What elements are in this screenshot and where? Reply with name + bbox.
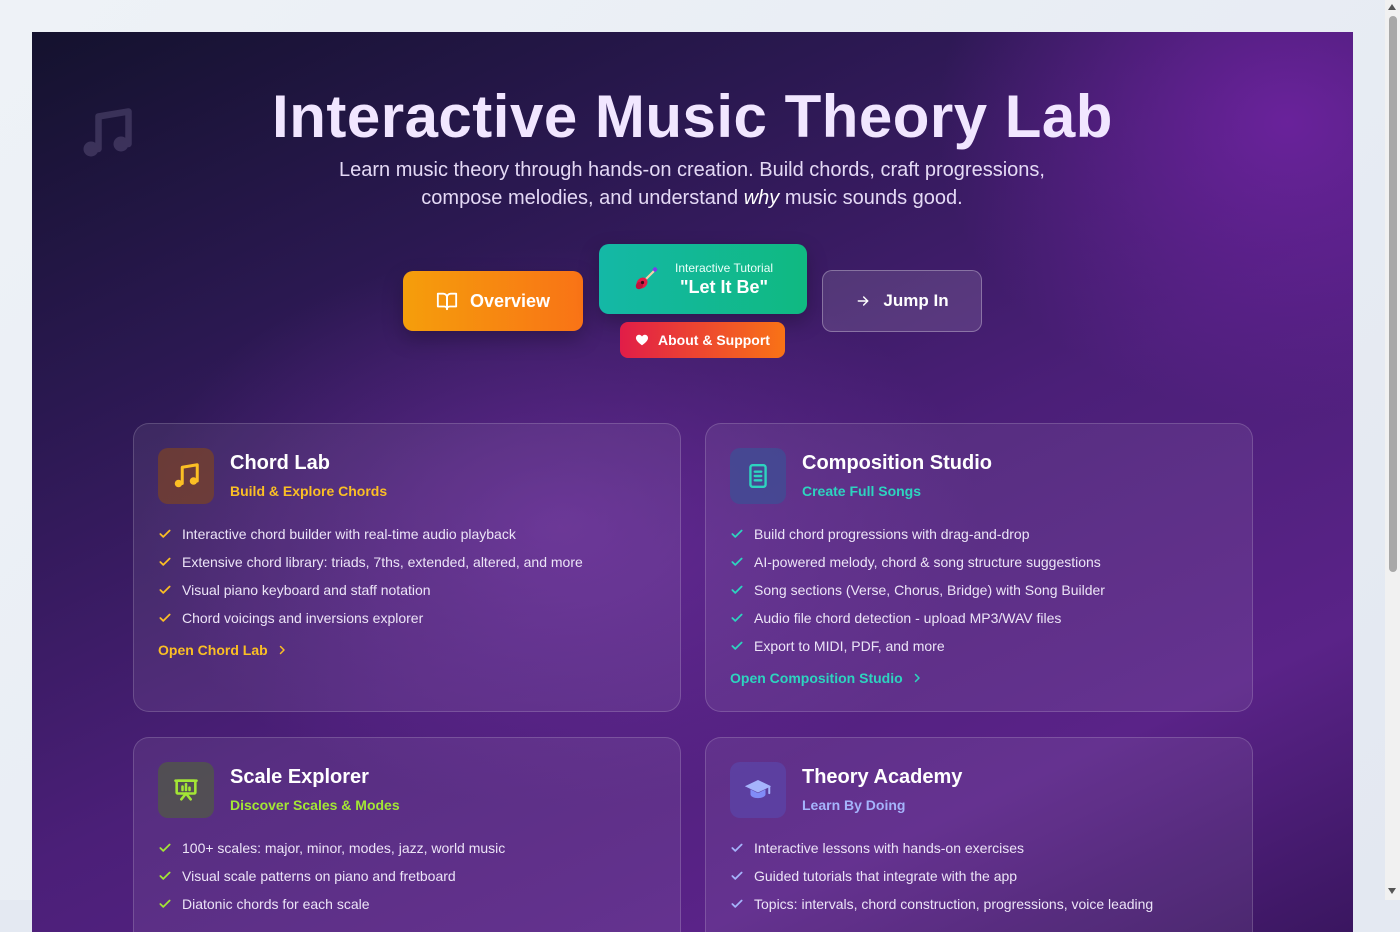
card-composition-studio: Composition Studio Create Full Songs Bui… — [705, 423, 1253, 712]
check-icon — [159, 529, 171, 538]
link-label: Open Chord Lab — [158, 642, 268, 658]
jump-in-button[interactable]: Jump In — [822, 270, 982, 332]
feature-item: Diatonic chords for each scale — [158, 890, 505, 918]
scrollbar-thumb[interactable] — [1389, 16, 1397, 572]
card-scale-explorer: Scale Explorer Discover Scales & Modes 1… — [133, 737, 681, 932]
chevron-right-icon — [914, 673, 920, 683]
about-support-label: About & Support — [658, 332, 770, 348]
page-subtitle: Learn music theory through hands-on crea… — [332, 156, 1052, 212]
card-subtitle: Build & Explore Chords — [230, 483, 388, 499]
feature-list: Interactive lessons with hands-on exerci… — [730, 834, 1153, 918]
check-icon — [731, 871, 743, 880]
heart-icon — [635, 334, 649, 346]
tutorial-button[interactable]: Interactive Tutorial "Let It Be" — [599, 244, 807, 314]
feature-item: Guided tutorials that integrate with the… — [730, 862, 1153, 890]
feature-item: Extensive chord library: triads, 7ths, e… — [158, 548, 583, 576]
card-title: Scale Explorer — [230, 766, 369, 788]
feature-item: Visual piano keyboard and staff notation — [158, 576, 583, 604]
scroll-up-arrow-icon[interactable] — [1388, 4, 1396, 10]
check-icon — [731, 557, 743, 566]
overview-label: Overview — [469, 290, 551, 311]
graduation-cap-icon — [744, 780, 772, 799]
book-open-icon — [436, 292, 458, 311]
check-icon — [731, 529, 743, 538]
scroll-down-arrow-icon[interactable] — [1388, 888, 1396, 894]
check-icon — [159, 613, 171, 622]
jump-in-label: Jump In — [883, 291, 949, 310]
check-icon — [159, 843, 171, 852]
vertical-scrollbar[interactable] — [1385, 0, 1400, 900]
feature-text: Guided tutorials that integrate with the… — [754, 868, 1018, 884]
tutorial-text: Interactive Tutorial "Let It Be" — [675, 261, 773, 298]
check-icon — [731, 585, 743, 594]
check-icon — [159, 585, 171, 594]
feature-item: Song sections (Verse, Chorus, Bridge) wi… — [730, 576, 1105, 604]
feature-text: Chord voicings and inversions explorer — [182, 610, 424, 626]
feature-item: Interactive lessons with hands-on exerci… — [730, 834, 1153, 862]
card-subtitle: Discover Scales & Modes — [230, 797, 400, 813]
feature-text: AI-powered melody, chord & song structur… — [754, 554, 1101, 570]
feature-item: Audio file chord detection - upload MP3/… — [730, 604, 1105, 632]
page-title: Interactive Music Theory Lab — [272, 83, 1113, 150]
check-icon — [159, 899, 171, 908]
feature-text: 100+ scales: major, minor, modes, jazz, … — [182, 840, 506, 856]
tutorial-song-title: "Let It Be" — [679, 276, 769, 297]
card-subtitle: Create Full Songs — [802, 483, 922, 499]
feature-item: Chord voicings and inversions explorer — [158, 604, 583, 632]
check-icon — [731, 613, 743, 622]
subtitle-emphasis: why — [743, 187, 780, 209]
feature-list: Interactive chord builder with real-time… — [158, 520, 583, 632]
subtitle-text-2: music sounds good. — [779, 187, 963, 209]
check-icon — [159, 871, 171, 880]
chevron-right-icon — [279, 645, 285, 655]
feature-item: AI-powered melody, chord & song structur… — [730, 548, 1105, 576]
check-icon — [731, 899, 743, 908]
open-composition-studio-link[interactable]: Open Composition Studio — [730, 670, 923, 686]
card-title: Theory Academy — [802, 766, 963, 788]
link-label: Open Composition Studio — [730, 670, 903, 686]
feature-text: Export to MIDI, PDF, and more — [754, 638, 945, 654]
card-icon-container — [730, 762, 786, 818]
feature-item: Build chord progressions with drag-and-d… — [730, 520, 1105, 548]
presentation-chart-icon — [174, 779, 198, 801]
card-theory-academy: Theory Academy Learn By Doing Interactiv… — [705, 737, 1253, 932]
card-title: Chord Lab — [230, 452, 330, 474]
feature-item: Interactive chord builder with real-time… — [158, 520, 583, 548]
feature-text: Visual piano keyboard and staff notation — [182, 582, 431, 598]
feature-text: Audio file chord detection - upload MP3/… — [754, 610, 1062, 626]
card-icon-container — [158, 762, 214, 818]
feature-text: Song sections (Verse, Chorus, Bridge) wi… — [754, 582, 1105, 598]
card-chord-lab: Chord Lab Build & Explore Chords Interac… — [133, 423, 681, 712]
tutorial-caption: Interactive Tutorial — [675, 260, 774, 275]
card-icon-container — [730, 448, 786, 504]
feature-item: 100+ scales: major, minor, modes, jazz, … — [158, 834, 505, 862]
feature-item: Visual scale patterns on piano and fretb… — [158, 862, 505, 890]
document-icon — [749, 463, 767, 489]
feature-item: Export to MIDI, PDF, and more — [730, 632, 1105, 660]
feature-text: Build chord progressions with drag-and-d… — [754, 526, 1030, 542]
overview-button[interactable]: Overview — [403, 271, 583, 331]
check-icon — [731, 843, 743, 852]
card-icon-container — [158, 448, 214, 504]
feature-text: Visual scale patterns on piano and fretb… — [182, 868, 456, 884]
arrow-right-icon — [858, 296, 869, 306]
feature-item: Topics: intervals, chord construction, p… — [730, 890, 1153, 918]
feature-text: Diatonic chords for each scale — [182, 896, 370, 912]
hero-section: Interactive Music Theory Lab Learn music… — [32, 32, 1353, 932]
feature-text: Interactive chord builder with real-time… — [182, 526, 516, 542]
feature-list: Build chord progressions with drag-and-d… — [730, 520, 1105, 660]
card-subtitle: Learn By Doing — [802, 797, 906, 813]
guitar-icon — [635, 267, 658, 290]
about-support-button[interactable]: About & Support — [620, 322, 785, 358]
feature-text: Extensive chord library: triads, 7ths, e… — [182, 554, 583, 570]
feature-text: Topics: intervals, chord construction, p… — [754, 896, 1154, 912]
feature-list: 100+ scales: major, minor, modes, jazz, … — [158, 834, 505, 918]
check-icon — [731, 641, 743, 650]
check-icon — [159, 557, 171, 566]
feature-text: Interactive lessons with hands-on exerci… — [754, 840, 1025, 856]
card-title: Composition Studio — [802, 452, 992, 474]
open-chord-lab-link[interactable]: Open Chord Lab — [158, 642, 288, 658]
music-note-icon — [174, 463, 199, 488]
